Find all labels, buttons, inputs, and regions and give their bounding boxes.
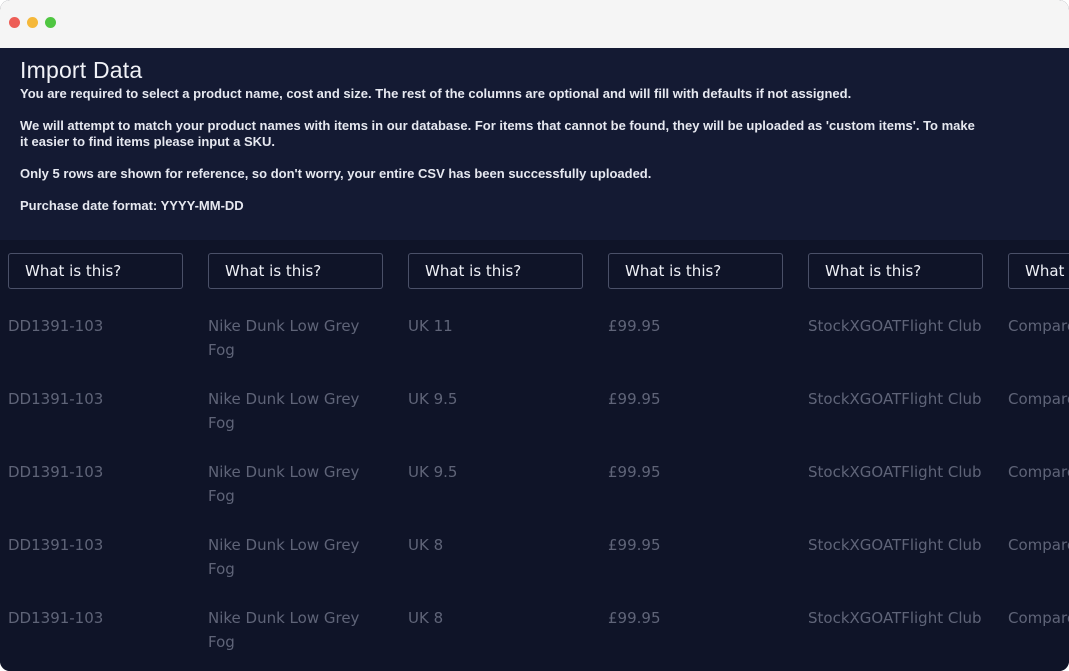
instruction-required-columns: You are required to select a product nam… bbox=[20, 86, 852, 101]
table-cell: Compare bbox=[1008, 317, 1069, 335]
column-2-mapping-select[interactable]: What is this? bbox=[208, 253, 383, 289]
csv-preview-grid: What is this? DD1391-103 DD1391-103 DD13… bbox=[0, 240, 1069, 671]
table-cell: Nike Dunk Low Grey Fog bbox=[208, 317, 360, 359]
table-cell: Nike Dunk Low Grey Fog bbox=[208, 609, 360, 651]
table-cell: Compare bbox=[1008, 463, 1069, 481]
table-cell: Nike Dunk Low Grey Fog bbox=[208, 536, 360, 578]
table-cell: £99.95 bbox=[608, 463, 661, 481]
import-instructions: Import Data You are required to select a… bbox=[0, 48, 1069, 240]
page-title: Import Data bbox=[20, 57, 143, 83]
table-cell: StockXGOATFlight Club bbox=[808, 463, 982, 481]
instruction-date-format: Purchase date format: YYYY-MM-DD bbox=[20, 198, 244, 213]
table-cell: DD1391-103 bbox=[8, 609, 104, 627]
table-cell: UK 8 bbox=[408, 609, 444, 627]
table-cell: £99.95 bbox=[608, 390, 661, 408]
column-4-mapping-select[interactable]: What is this? bbox=[608, 253, 783, 289]
title-bar bbox=[0, 0, 1069, 48]
table-cell: Nike Dunk Low Grey Fog bbox=[208, 463, 360, 505]
table-cell: £99.95 bbox=[608, 536, 661, 554]
table-cell: DD1391-103 bbox=[8, 390, 104, 408]
instruction-matching-line-1: We will attempt to match your product na… bbox=[20, 118, 975, 133]
column-3-mapping-select[interactable]: What is this? bbox=[408, 253, 583, 289]
table-cell: UK 8 bbox=[408, 536, 444, 554]
column-1-mapping-select[interactable]: What is this? bbox=[8, 253, 183, 289]
table-cell: DD1391-103 bbox=[8, 536, 104, 554]
table-cell: UK 9.5 bbox=[408, 463, 458, 481]
table-cell: £99.95 bbox=[608, 609, 661, 627]
table-cell: £99.95 bbox=[608, 317, 661, 335]
table-cell: UK 11 bbox=[408, 317, 453, 335]
close-window-icon[interactable] bbox=[9, 17, 20, 28]
app-window: Import Data You are required to select a… bbox=[0, 0, 1069, 671]
table-cell: StockXGOATFlight Club bbox=[808, 609, 982, 627]
table-cell: StockXGOATFlight Club bbox=[808, 536, 982, 554]
instruction-preview-rows: Only 5 rows are shown for reference, so … bbox=[20, 166, 652, 181]
minimize-window-icon[interactable] bbox=[27, 17, 38, 28]
table-cell: DD1391-103 bbox=[8, 317, 104, 335]
table-cell: Compare bbox=[1008, 609, 1069, 627]
column-6: What is this? Compare Compare Compare Co… bbox=[1008, 240, 1069, 671]
column-5-mapping-select[interactable]: What is this? bbox=[808, 253, 983, 289]
column-6-mapping-select[interactable]: What is this? bbox=[1008, 253, 1069, 289]
maximize-window-icon[interactable] bbox=[45, 17, 56, 28]
instruction-matching-line-2: it easier to find items please input a S… bbox=[20, 134, 276, 149]
table-cell: DD1391-103 bbox=[8, 463, 104, 481]
table-cell: UK 9.5 bbox=[408, 390, 458, 408]
table-cell: Compare bbox=[1008, 536, 1069, 554]
table-cell: StockXGOATFlight Club bbox=[808, 317, 982, 335]
table-cell: Nike Dunk Low Grey Fog bbox=[208, 390, 360, 432]
table-cell: StockXGOATFlight Club bbox=[808, 390, 982, 408]
table-cell: Compare bbox=[1008, 390, 1069, 408]
